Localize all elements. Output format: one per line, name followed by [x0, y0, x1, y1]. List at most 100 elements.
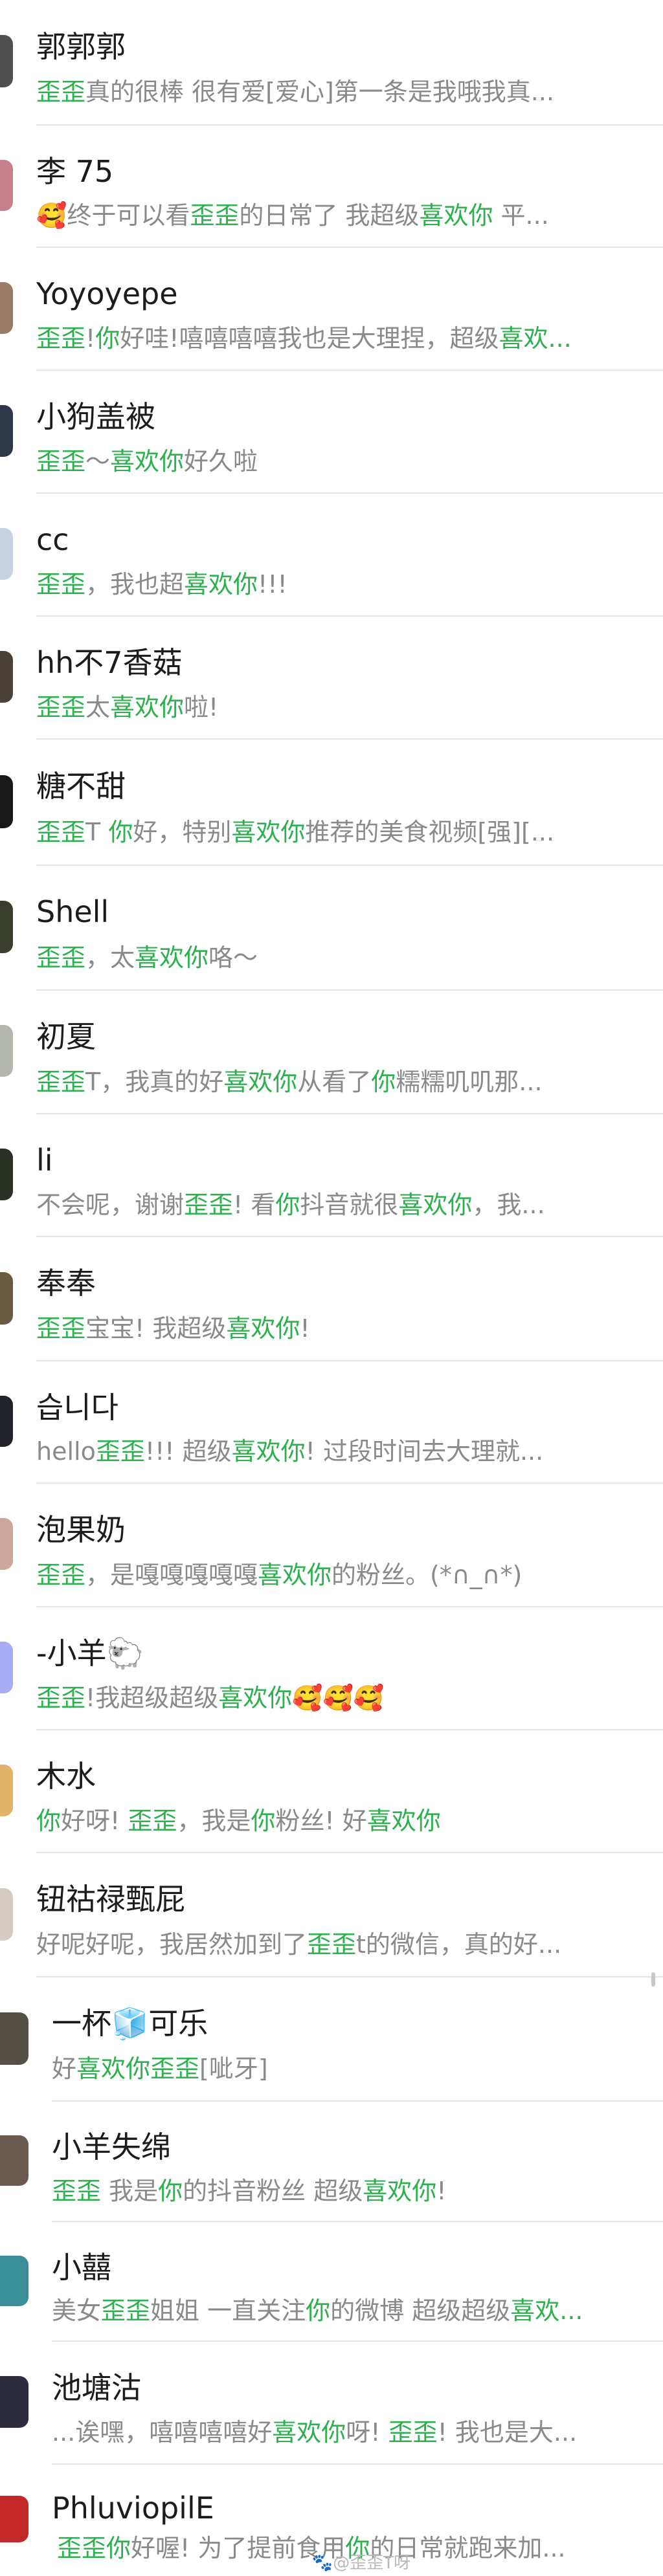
avatar[interactable] [0, 1396, 13, 1447]
highlight-keyword: 喜欢你 [419, 201, 493, 230]
highlight-keyword: 歪歪 [36, 570, 86, 599]
contact-row[interactable]: 小羊失绵 歪歪 我是你的抖音粉丝 超级喜欢你! [0, 2102, 663, 2222]
message-text: 姐姐 一直关注 [150, 2296, 306, 2325]
message-text: 宝宝! 我超级 [85, 1314, 227, 1343]
message-text: 不会呢，谢谢 [36, 1191, 185, 1219]
highlight-keyword: 歪歪 [36, 324, 86, 353]
highlight-keyword: 歪歪 [52, 2177, 102, 2205]
contact-row[interactable]: li 不会呢，谢谢歪歪! 看你抖音就很喜欢你，我... [0, 1114, 663, 1237]
message-preview: 歪歪!我超级超级喜欢你🥰🥰🥰 [36, 1681, 644, 1715]
highlight-keyword: 歪歪 [95, 1437, 145, 1466]
highlight-keyword: 歪歪 [101, 2296, 151, 2325]
highlight-keyword: 喜欢你 [218, 1684, 293, 1712]
contact-name: 小狗盖被 [36, 399, 155, 434]
avatar[interactable] [0, 1765, 13, 1816]
highlight-keyword: 歪歪 [36, 447, 86, 476]
contact-row[interactable]: 钮祜禄甄屁 好呢好呢，我居然加到了歪歪t的微信，真的好... [0, 1853, 663, 1977]
message-text: T，我真的好 [85, 1068, 224, 1096]
highlight-keyword: 你 [108, 818, 133, 846]
message-preview: 歪歪，太喜欢你咯～ [36, 941, 644, 974]
contact-row[interactable]: 糖不甜 歪歪T 你好，特别喜欢你推荐的美食视频[强][... [0, 740, 663, 866]
contact-row[interactable]: 小囍 美女歪歪姐姐 一直关注你的微博 超级超级喜欢... [0, 2222, 663, 2342]
contact-row[interactable]: -小羊🐑 歪歪!我超级超级喜欢你🥰🥰🥰 [0, 1607, 663, 1730]
message-text: 好久啦 [184, 447, 258, 476]
highlight-keyword: 你 [275, 1191, 300, 1219]
avatar[interactable] [0, 35, 13, 87]
avatar[interactable] [0, 1642, 13, 1693]
contact-row[interactable]: 木水 你好呀! 歪歪，我是你粉丝! 好喜欢你 [0, 1730, 663, 1853]
avatar[interactable] [0, 1272, 13, 1325]
highlight-keyword: 喜欢你 [363, 2177, 437, 2205]
avatar[interactable] [0, 2135, 28, 2186]
message-preview: 你好呀! 歪歪，我是你粉丝! 好喜欢你 [36, 1804, 644, 1838]
message-preview: 歪歪，是嘎嘎嘎嘎嘎喜欢你的粉丝。(*∩_∩*) [36, 1558, 644, 1592]
message-text: T [85, 818, 109, 846]
contact-row[interactable]: 小狗盖被 歪歪～喜欢你好久啦 [0, 371, 663, 494]
message-text: 太 [85, 693, 111, 721]
contact-name: 泡果奶 [36, 1512, 126, 1547]
message-preview: 歪歪宝宝! 我超级喜欢你! [36, 1312, 644, 1345]
scrollbar-thumb[interactable] [651, 1972, 655, 1987]
highlight-keyword: 歪歪 [36, 693, 86, 721]
contact-row[interactable]: 奉奉歪歪宝宝! 我超级喜欢你! [0, 1237, 663, 1361]
highlight-keyword: 歪歪 [36, 78, 86, 106]
highlight-keyword: 歪歪 [128, 1807, 177, 1835]
highlight-keyword: 喜欢你歪歪 [76, 2054, 200, 2083]
highlight-keyword: 喜欢你 [231, 818, 306, 846]
message-text: 粉丝! 好 [275, 1807, 367, 1835]
avatar[interactable] [0, 2012, 28, 2065]
highlight-keyword: 歪歪 [388, 2418, 438, 2447]
contact-name: Yoyoyepe [36, 276, 178, 311]
avatar[interactable] [0, 2496, 28, 2542]
contact-row[interactable]: Shell 歪歪，太喜欢你咯～ [0, 866, 663, 991]
contact-row[interactable]: 郭郭郭 歪歪真的很棒 很有爱[爱心]第一条是我哦我真... [0, 0, 663, 126]
avatar[interactable] [0, 651, 13, 703]
avatar[interactable] [0, 1149, 13, 1200]
avatar[interactable] [0, 405, 13, 457]
highlight-keyword: 你 [36, 1807, 62, 1835]
highlight-keyword: 歪歪 [190, 201, 240, 230]
avatar[interactable] [0, 528, 13, 580]
contact-row[interactable]: 池塘沽 ...诶嘿，嘻嘻嘻嘻好喜欢你呀! 歪歪! 我也是大... [0, 2342, 663, 2465]
message-text: ，我也超 [85, 570, 185, 599]
message-text: t的微信，真的好... [356, 1930, 562, 1959]
contact-row[interactable]: 泡果奶歪歪，是嘎嘎嘎嘎嘎喜欢你的粉丝。(*∩_∩*) [0, 1484, 663, 1607]
highlight-keyword: 喜欢你 [398, 1191, 473, 1219]
contact-row[interactable]: 初夏 歪歪T，我真的好喜欢你从看了你糯糯叽叽那... [0, 991, 663, 1114]
message-text: 好 [52, 2054, 77, 2083]
message-text: 真的很棒 很有爱[爱心]第一条是我哦我真... [85, 78, 554, 106]
contact-row[interactable]: cc 歪歪，我也超喜欢你!!! [0, 494, 663, 617]
message-text: [呲牙] [199, 2054, 268, 2083]
avatar[interactable] [0, 1518, 13, 1570]
contact-name: 李 75 [36, 154, 114, 189]
avatar[interactable] [0, 160, 13, 211]
contact-row[interactable]: hh不7香菇 歪歪太喜欢你啦! [0, 617, 663, 740]
message-text: ! 过段时间去大理就... [305, 1437, 544, 1466]
contact-row[interactable]: 李 75 🥰终于可以看歪歪的日常了 我超级喜欢你 平... [0, 126, 663, 248]
avatar[interactable] [0, 2256, 28, 2306]
message-text: 的粉丝。(*∩_∩*) [332, 1561, 523, 1589]
contact-name: 奉奉 [36, 1266, 96, 1301]
message-text: 啦! [184, 693, 219, 721]
avatar[interactable] [0, 282, 13, 334]
contact-row[interactable]: Yoyoyepe 歪歪!你好哇!嘻嘻嘻嘻我也是大理捏，超级喜欢... [0, 248, 663, 371]
message-text: ，我... [472, 1191, 545, 1219]
highlight-keyword: 你 [371, 1068, 396, 1096]
message-text: 的日常了 我超级 [239, 201, 420, 230]
avatar[interactable] [0, 901, 13, 953]
avatar[interactable] [0, 775, 13, 828]
contact-name: -小羊🐑 [36, 1636, 144, 1671]
contact-row[interactable]: 一杯🧊可乐好喜欢你歪歪[呲牙] [0, 1977, 663, 2102]
avatar[interactable] [0, 1888, 13, 1941]
message-preview: 不会呢，谢谢歪歪! 看你抖音就很喜欢你，我... [36, 1188, 644, 1222]
message-text: ，是嘎嘎嘎嘎嘎 [85, 1561, 258, 1589]
highlight-keyword: 歪歪 [36, 818, 86, 846]
contact-row[interactable]: 습니다 hello歪歪!!! 超级喜欢你! 过段时间去大理就... [0, 1361, 663, 1484]
contact-name: 一杯🧊可乐 [52, 2006, 208, 2041]
message-text: 的抖音粉丝 超级 [183, 2177, 363, 2205]
contact-name: PhluviopilE [52, 2491, 214, 2526]
avatar[interactable] [0, 1025, 13, 1077]
contact-name: 木水 [36, 1759, 96, 1794]
message-text: 咯～ [208, 943, 258, 972]
avatar[interactable] [0, 2376, 28, 2428]
